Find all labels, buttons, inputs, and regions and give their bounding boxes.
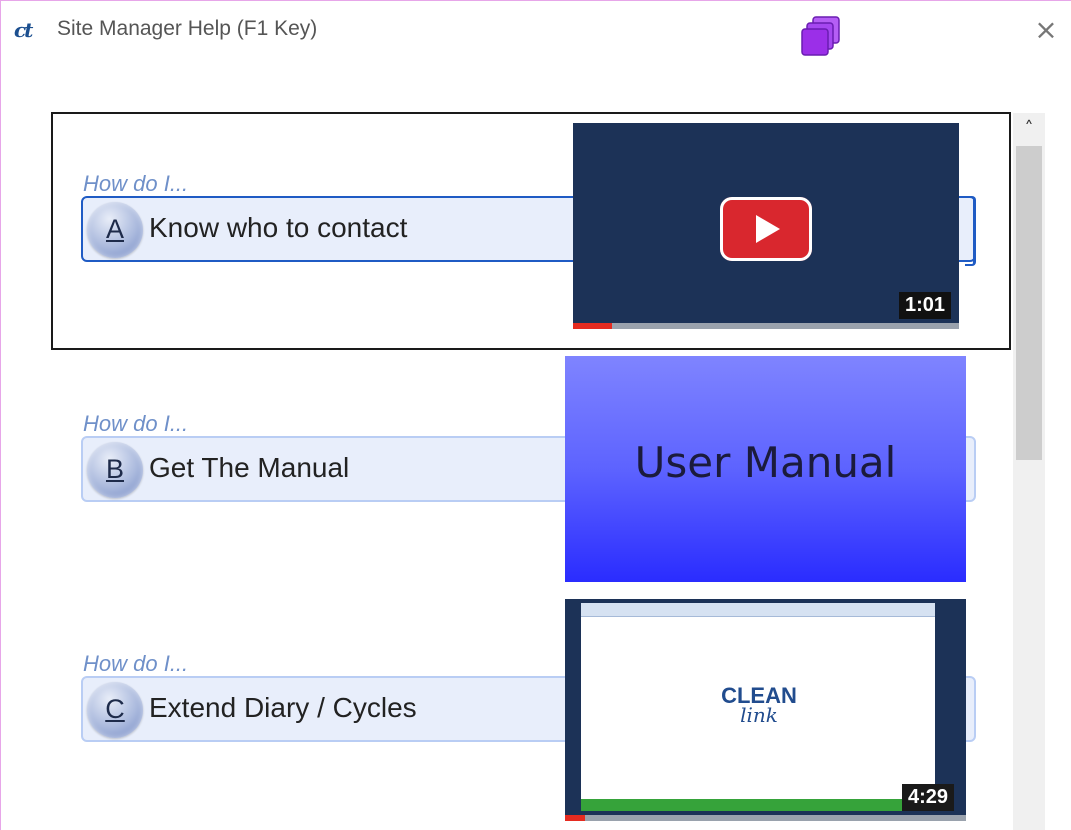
cleanlink-logo: CLEAN link — [721, 683, 797, 727]
video-progress-track — [573, 323, 959, 329]
video-screen-preview: CLEAN link — [581, 603, 935, 811]
help-item-label: Know who to contact — [149, 212, 408, 243]
video-thumbnail-a[interactable]: 1:01 — [573, 123, 959, 329]
video-duration: 4:29 — [901, 784, 954, 811]
letter-badge-a: A — [87, 202, 143, 258]
video-progress-fill — [573, 323, 612, 329]
scroll-up-icon[interactable]: ˄ — [1013, 113, 1045, 145]
preview-toolbar — [581, 603, 935, 617]
close-icon: × — [1034, 13, 1058, 46]
video-progress-fill — [565, 815, 586, 821]
video-progress-track — [565, 815, 966, 821]
window-title: Site Manager Help (F1 Key) — [57, 17, 318, 40]
youtube-play-icon[interactable] — [720, 197, 812, 261]
ct-logo-icon: ct — [14, 18, 33, 42]
preview-statusbar — [581, 799, 935, 811]
letter-badge-c: C — [87, 682, 143, 738]
stacked-squares-icon[interactable] — [801, 13, 845, 57]
title-bar: ct Site Manager Help (F1 Key) × — [1, 1, 1071, 59]
close-button[interactable]: × — [1031, 15, 1061, 45]
help-window: ct Site Manager Help (F1 Key) × How do I… — [0, 0, 1071, 830]
scroll-thumb[interactable] — [1016, 146, 1042, 460]
how-do-i-label-a: How do I... — [83, 171, 189, 196]
video-thumbnail-c[interactable]: CLEAN link 4:29 — [565, 599, 966, 821]
letter-badge-b: B — [87, 442, 143, 498]
how-do-i-label-c: How do I... — [83, 651, 189, 676]
video-duration: 1:01 — [898, 292, 951, 319]
vertical-scrollbar[interactable]: ˄ — [1013, 113, 1045, 830]
how-do-i-label-b: How do I... — [83, 411, 189, 436]
help-item-label: Get The Manual — [149, 452, 350, 483]
user-manual-text: User Manual — [634, 438, 897, 487]
help-item-label: Extend Diary / Cycles — [149, 692, 417, 723]
help-content: How do I... A Know who to contact 1:01 H… — [1, 59, 1071, 830]
user-manual-thumbnail[interactable]: User Manual — [565, 356, 966, 582]
